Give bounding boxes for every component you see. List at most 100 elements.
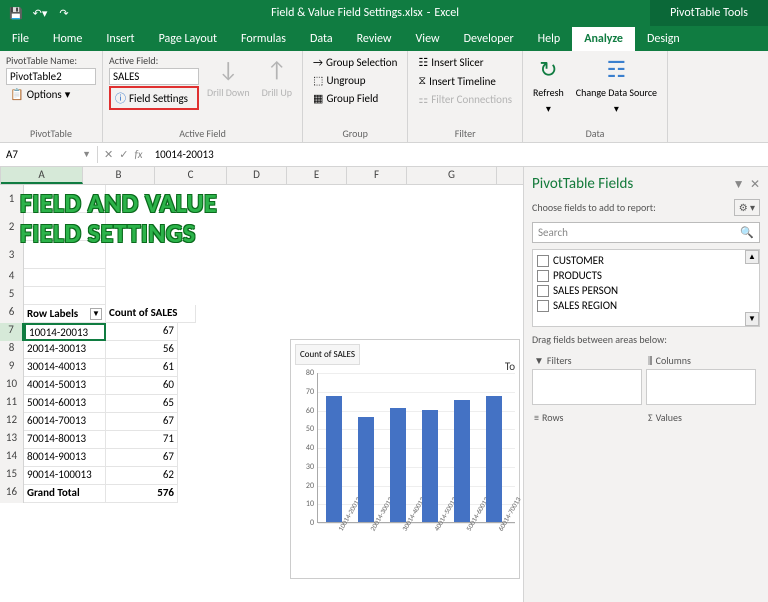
overlay-title: FIELD AND VALUE FIELD SETTINGS	[20, 189, 217, 249]
chart-bar	[390, 408, 406, 522]
filter-icon: ▼	[534, 354, 544, 367]
group-field-button[interactable]: ▦ Group Field	[309, 90, 401, 107]
tab-view[interactable]: View	[404, 27, 452, 51]
drill-down-button[interactable]: ↓Drill Down	[203, 54, 254, 126]
chart-bar	[326, 396, 342, 522]
field-settings-button[interactable]: ⓘ Field Settings	[109, 86, 199, 110]
filters-area-header: ▼Filters	[532, 352, 642, 369]
grand-total-value: 576	[106, 485, 178, 503]
chart-bar	[358, 417, 374, 522]
app-name: Excel	[434, 6, 459, 20]
title-bar: 💾 ↶▾ ↷ Field & Value Field Settings.xlsx…	[0, 0, 768, 26]
tab-analyze[interactable]: Analyze	[572, 27, 635, 51]
enter-icon[interactable]: ✓	[119, 148, 128, 161]
field-pane-title: PivotTable Fields	[532, 175, 633, 193]
field-list: ▲ CUSTOMER PRODUCTS SALES PERSON SALES R…	[532, 249, 760, 327]
dropdown-icon: ▼	[90, 308, 102, 320]
filters-drop-area[interactable]	[532, 369, 642, 405]
ungroup-button[interactable]: ⬚ Ungroup	[309, 72, 401, 89]
scroll-up-icon[interactable]: ▲	[745, 250, 759, 264]
sigma-icon: Σ	[648, 411, 653, 424]
field-pane-subtitle: Choose fields to add to report:	[532, 201, 656, 214]
tab-data[interactable]: Data	[298, 27, 345, 51]
pivottable-name-label: PivotTable Name:	[6, 54, 96, 67]
active-field-label: Active Field:	[109, 54, 199, 67]
scroll-down-icon[interactable]: ▼	[745, 312, 759, 326]
refresh-button[interactable]: ↻Refresh▾	[529, 54, 568, 126]
contextual-tab-label: PivotTable Tools	[650, 0, 768, 26]
group-selection-button[interactable]: → Group Selection	[309, 54, 401, 71]
col-H[interactable]: H	[497, 167, 523, 184]
field-pane-menu-icon[interactable]: ▼	[733, 178, 745, 192]
chart-plot-area: 0102030405060708010014-2001320014-300133…	[317, 373, 515, 523]
options-button[interactable]: 📋 Options ▾	[6, 86, 96, 103]
chart-bar	[454, 400, 470, 522]
pivot-row-labels-header[interactable]: Row Labels▼	[24, 305, 106, 323]
chart-bar	[486, 396, 502, 522]
col-C[interactable]: C	[155, 167, 227, 184]
fx-icon[interactable]: fx	[134, 148, 142, 161]
formula-bar: A7▼ ✕ ✓ fx 10014-20013	[0, 143, 768, 167]
search-icon: 🔍	[740, 226, 754, 239]
tab-review[interactable]: Review	[345, 27, 404, 51]
col-E[interactable]: E	[287, 167, 347, 184]
pivottable-name-input[interactable]	[6, 68, 96, 85]
undo-icon[interactable]: ↶▾	[32, 5, 48, 21]
tab-home[interactable]: Home	[41, 27, 94, 51]
tab-developer[interactable]: Developer	[452, 27, 526, 51]
worksheet[interactable]: A B C D E F G H 1 2 3 4 5 6 7 8 9 10	[0, 167, 523, 602]
group-filter: Filter	[414, 126, 516, 141]
filter-connections-button[interactable]: ⚏ Filter Connections	[414, 91, 516, 108]
active-field-input[interactable]	[109, 68, 199, 85]
grand-total-label: Grand Total	[24, 485, 106, 503]
tab-insert[interactable]: Insert	[94, 27, 146, 51]
document-title: Field & Value Field Settings.xlsx	[271, 6, 423, 20]
pivot-chart[interactable]: Count of SALES To 0102030405060708010014…	[290, 339, 520, 579]
chart-bar	[422, 410, 438, 523]
ribbon-tabs: File Home Insert Page Layout Formulas Da…	[0, 26, 768, 51]
close-icon[interactable]: ✕	[750, 178, 760, 192]
chart-axis-title: To	[505, 360, 515, 373]
redo-icon[interactable]: ↷	[56, 5, 72, 21]
columns-drop-area[interactable]	[646, 369, 756, 405]
selected-cell[interactable]: 10014-20013	[24, 323, 106, 341]
cancel-icon[interactable]: ✕	[104, 148, 113, 161]
insert-slicer-button[interactable]: ☷ Insert Slicer	[414, 54, 516, 71]
change-data-source-button[interactable]: ☶Change Data Source▾	[572, 54, 661, 126]
field-products[interactable]: PRODUCTS	[536, 268, 756, 283]
tab-file[interactable]: File	[0, 27, 41, 51]
tab-page-layout[interactable]: Page Layout	[147, 27, 229, 51]
pivot-count-header: Count of SALES	[106, 305, 196, 323]
formula-input[interactable]: 10014-20013	[149, 148, 768, 161]
insert-timeline-button[interactable]: ⧖ Insert Timeline	[414, 72, 516, 90]
columns-area-header: ⫼Columns	[646, 352, 756, 369]
field-sales-person[interactable]: SALES PERSON	[536, 283, 756, 298]
col-B[interactable]: B	[83, 167, 155, 184]
tab-design[interactable]: Design	[635, 27, 692, 51]
group-pivottable: PivotTable	[6, 126, 96, 141]
col-F[interactable]: F	[347, 167, 407, 184]
save-icon[interactable]: 💾	[8, 5, 24, 21]
field-customer[interactable]: CUSTOMER	[536, 253, 756, 268]
drill-up-button[interactable]: ↑Drill Up	[258, 54, 296, 126]
group-data: Data	[529, 126, 661, 141]
group-group: Group	[309, 126, 401, 141]
drag-fields-label: Drag fields between areas below:	[532, 333, 760, 346]
chart-title: Count of SALES	[295, 344, 360, 365]
name-box[interactable]: A7▼	[0, 146, 98, 163]
gear-icon[interactable]: ⚙ ▾	[734, 199, 760, 216]
search-input[interactable]: Search🔍	[532, 222, 760, 243]
col-D[interactable]: D	[227, 167, 287, 184]
group-active-field: Active Field	[109, 126, 296, 141]
columns-icon: ⫼	[648, 354, 653, 367]
col-G[interactable]: G	[407, 167, 497, 184]
col-A[interactable]: A	[1, 167, 83, 184]
rows-icon: ≡	[534, 411, 539, 424]
values-area-header: ΣValues	[646, 409, 756, 426]
ribbon: PivotTable Name: 📋 Options ▾ PivotTable …	[0, 51, 768, 143]
rows-area-header: ≡Rows	[532, 409, 642, 426]
tab-formulas[interactable]: Formulas	[229, 27, 298, 51]
tab-help[interactable]: Help	[526, 27, 573, 51]
pivottable-fields-pane: PivotTable Fields ▼ ✕ Choose fields to a…	[523, 167, 768, 602]
field-sales-region[interactable]: SALES REGION	[536, 298, 756, 313]
